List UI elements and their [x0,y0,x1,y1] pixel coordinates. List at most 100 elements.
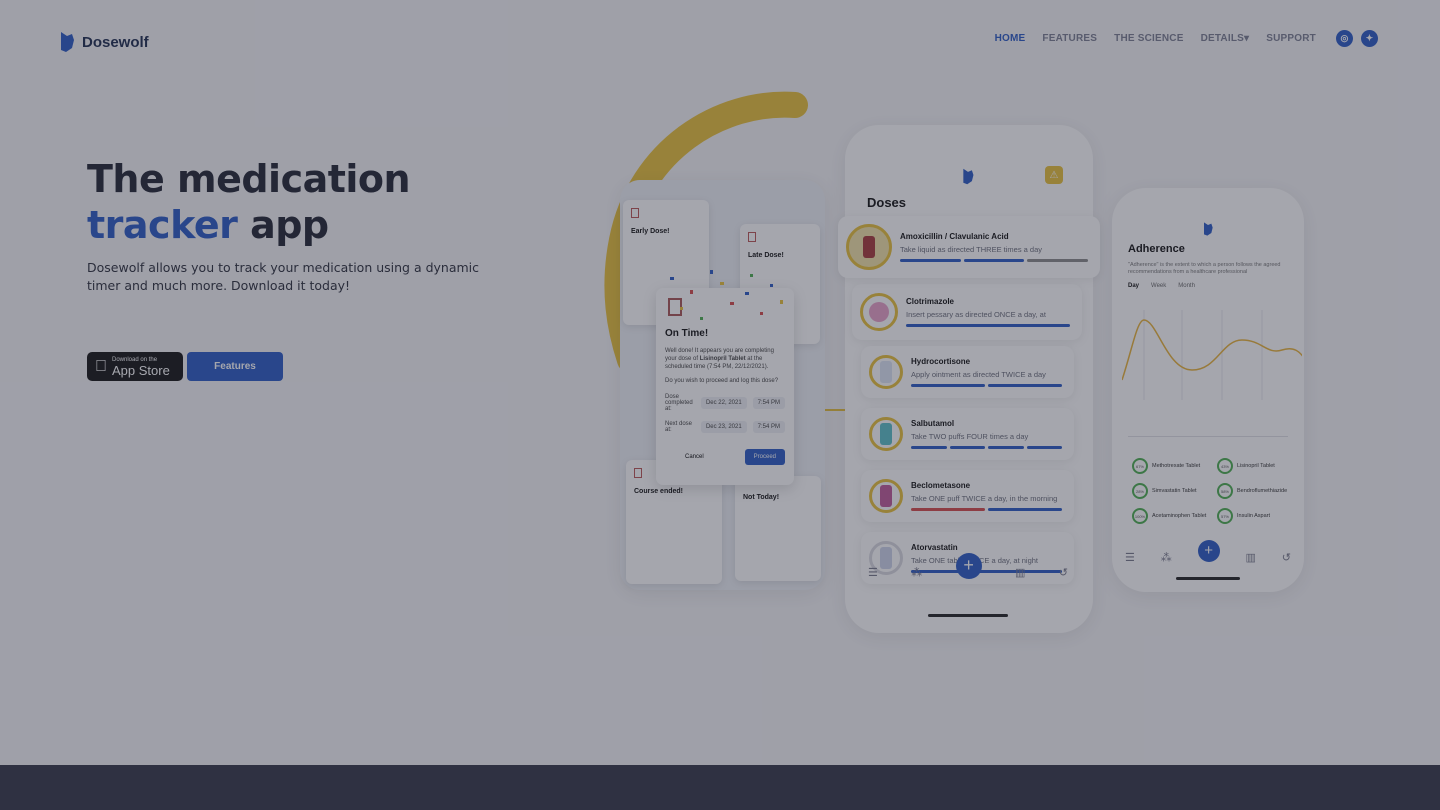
hourglass-icon [748,232,756,242]
dose-progress [911,508,1074,511]
dose-ring [869,479,903,513]
next-dose-row: Next dose at: Dec 23, 2021 7:54 PM [665,421,785,433]
next-dose-label: Next dose at: [665,421,693,433]
dose-progress [906,324,1082,327]
nav-support[interactable]: SUPPORT [1266,33,1316,44]
app-store-button[interactable]:  Download on the App Store [87,352,183,381]
med-name: Simvastatin Tablet [1152,488,1197,494]
add-dose-button[interactable]: + [1197,539,1220,562]
proceed-button[interactable]: Proceed [744,449,785,465]
progress-segment [963,259,1025,262]
med-pct: 58% [1217,483,1233,499]
dose-desc: Insert pessary as directed ONCE a day, a… [906,310,1046,319]
nav-home[interactable]: HOME [995,33,1026,44]
dose-name: Hydrocortisone [911,357,971,366]
adherence-phone: Adherence "Adherence" is the extent to w… [1112,188,1304,592]
on-time-question: Do you wish to proceed and log this dose… [665,378,779,384]
nav-details-label: DETAILS [1200,33,1245,44]
on-time-body-med: Lisinopril Tablet [699,356,746,362]
dose-card[interactable]: Clotrimazole Insert pessary as directed … [852,284,1082,340]
med-item[interactable]: 43% Lisinopril Tablet [1217,458,1302,474]
add-dose-button[interactable]: + [955,552,982,579]
dose-name: Atorvastatin [911,543,958,552]
tube-icon [880,361,892,383]
dose-progress [911,446,1074,449]
doses-tabbar: ☰ ⁂ + ▥ ↺ [868,552,1068,579]
med-item[interactable]: 100% Acetaminophen Tablet [1132,508,1217,524]
home-indicator [928,614,1008,617]
completed-label: Dose completed at: [665,394,693,412]
adherence-tabbar: ☰ ⁂ + ▥ ↺ [1112,539,1304,564]
next-dose-date[interactable]: Dec 23, 2021 [700,421,747,433]
tab-day[interactable]: Day [1128,283,1139,289]
med-name: Methotrexate Tablet [1152,463,1201,469]
twitter-icon[interactable]: ✦ [1361,30,1378,47]
sliders-icon[interactable]: ☰ [1125,551,1135,564]
med-item[interactable]: 67% Methotrexate Tablet [1132,458,1217,474]
hero-subtitle: Dosewolf allows you to track your medica… [87,260,480,293]
progress-segment [911,508,985,511]
hero-title-rest: app [250,203,329,247]
pills-icon[interactable]: ⁂ [911,566,922,579]
hourglass-icon [631,208,639,218]
brand-logo[interactable]: Dosewolf [58,30,149,54]
adherence-subtitle: "Adherence" is the extent to which a per… [1128,262,1281,275]
history-icon[interactable]: ↺ [1282,551,1291,564]
pessary-icon [869,302,889,322]
dose-name: Beclometasone [911,481,971,490]
dose-name: Amoxicillin / Clavulanic Acid [900,232,1009,241]
med-item[interactable]: 58% Bendroflumethiazide [1217,483,1302,499]
tab-week[interactable]: Week [1151,283,1166,289]
late-dose-title: Late Dose! [748,252,784,259]
nav-details[interactable]: DETAILS▾ [1201,33,1250,44]
pills-icon[interactable]: ⁂ [1161,551,1172,564]
instagram-icon[interactable]: ◎ [1336,30,1353,47]
nav-features[interactable]: FEATURES [1042,33,1097,44]
course-ended-title: Course ended! [634,488,684,495]
med-pct: 28% [1132,483,1148,499]
progress-segment [911,446,947,449]
footer-band [0,765,1440,810]
social-links: ◎ ✦ [1336,30,1378,47]
doses-title: Doses [867,195,907,210]
dose-desc: Take TWO puffs FOUR times a day [911,432,1029,441]
med-name: Acetaminophen Tablet [1152,513,1207,519]
features-button[interactable]: Features [187,352,283,381]
bottle-icon [863,236,875,258]
completed-date[interactable]: Dec 22, 2021 [700,397,747,409]
next-dose-time[interactable]: 7:54 PM [752,421,785,433]
tab-month[interactable]: Month [1178,283,1195,289]
dose-card[interactable]: Amoxicillin / Clavulanic Acid Take liqui… [838,216,1100,278]
sliders-icon[interactable]: ☰ [868,566,878,579]
warning-icon[interactable]: ⚠ [1045,166,1063,184]
completed-row: Dose completed at: Dec 22, 2021 7:54 PM [665,394,785,412]
chart-icon[interactable]: ▥ [1015,566,1025,579]
home-indicator [1176,577,1240,580]
completed-time[interactable]: 7:54 PM [752,397,785,409]
progress-segment [988,446,1024,449]
on-time-buttons: Cancel Proceed [665,449,785,465]
med-pct: 67% [1132,458,1148,474]
chart-icon[interactable]: ▥ [1245,551,1255,564]
med-item[interactable]: 28% Simvastatin Tablet [1132,483,1217,499]
dose-card[interactable]: Hydrocortisone Apply ointment as directe… [861,346,1074,398]
appstore-big-text: App Store [100,362,170,378]
history-icon[interactable]: ↺ [1059,566,1068,579]
divider [1128,436,1288,437]
med-name: Insulin Aspart [1237,513,1271,519]
dose-card[interactable]: Salbutamol Take TWO puffs FOUR times a d… [861,408,1074,460]
dose-ring [860,293,898,331]
nav-science[interactable]: THE SCIENCE [1114,33,1183,44]
dose-card[interactable]: Beclometasone Take ONE puff TWICE a day,… [861,470,1074,522]
period-tabs: Day Week Month [1128,283,1195,289]
dose-ring [846,224,892,270]
dose-desc: Take ONE puff TWICE a day, in the mornin… [911,494,1058,503]
med-pct: 57% [1217,508,1233,524]
med-item[interactable]: 57% Insulin Aspart [1217,508,1302,524]
not-today-dialog: Not Today! [735,476,821,581]
med-pct: 43% [1217,458,1233,474]
cancel-button[interactable]: Cancel [685,454,704,460]
dose-name: Clotrimazole [906,297,955,306]
dose-desc: Take liquid as directed THREE times a da… [900,245,1043,254]
progress-segment [911,384,985,387]
